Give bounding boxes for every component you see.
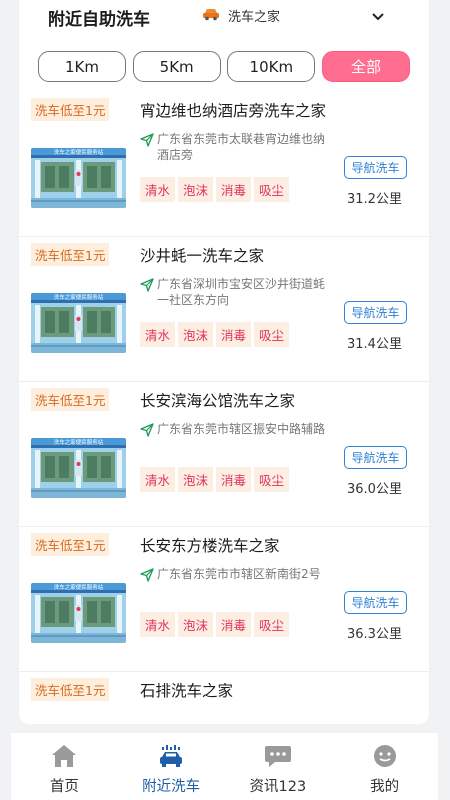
page-title: 附近自助洗车	[48, 10, 150, 30]
service-tags: 清水 泡沫 消毒 吸尘	[140, 467, 292, 492]
car-wash-icon	[158, 742, 184, 770]
tag-vacuum: 吸尘	[254, 322, 289, 347]
address-text: 广东省东莞市辖区振安中路辅路	[157, 422, 326, 436]
tab-news[interactable]: 资讯123	[225, 733, 332, 800]
distance-text: 31.2公里	[347, 192, 402, 207]
station-address: 广东省东莞市辖区振安中路辅路	[140, 421, 335, 441]
navigate-button[interactable]: 导航洗车	[344, 156, 407, 179]
chevron-down-icon[interactable]	[371, 7, 385, 26]
tab-nearby-wash-label: 附近洗车	[142, 779, 201, 795]
price-badge: 洗车低至1元	[31, 243, 110, 266]
brand-name: 洗车之家	[228, 10, 281, 25]
tag-disinfect: 消毒	[216, 177, 251, 202]
tab-mine-label: 我的	[370, 779, 400, 795]
tag-disinfect: 消毒	[216, 322, 251, 347]
station-item[interactable]: 洗车低至1元 沙井蚝一洗车之家 洗车之家便民服务站 广东省深圳市宝安区沙井街道蚝…	[19, 237, 429, 382]
home-icon	[51, 742, 77, 770]
brand-selector[interactable]: 洗车之家	[202, 6, 280, 25]
service-tags: 清水 泡沫 消毒 吸尘	[140, 612, 292, 637]
service-tags: 清水 泡沫 消毒 吸尘	[140, 177, 292, 202]
bottom-tabbar: 首页 附近洗车 资讯123 我的	[11, 733, 438, 800]
tag-vacuum: 吸尘	[254, 177, 289, 202]
price-badge: 洗车低至1元	[31, 388, 110, 411]
station-address: 广东省东莞市太联巷宵边维也纳酒店旁	[140, 131, 335, 163]
station-thumbnail[interactable]: 洗车之家便民服务站	[31, 148, 126, 208]
tag-vacuum: 吸尘	[254, 612, 289, 637]
location-arrow-icon	[140, 422, 155, 441]
tag-foam: 泡沫	[178, 467, 213, 492]
distance-filters: 1Km 5Km 10Km 全部	[38, 51, 410, 83]
station-name[interactable]: 长安滨海公馆洗车之家	[140, 389, 295, 411]
tag-vacuum: 吸尘	[254, 467, 289, 492]
tag-foam: 泡沫	[178, 177, 213, 202]
filter-5km[interactable]: 5Km	[132, 51, 221, 82]
station-thumbnail[interactable]: 洗车之家便民服务站	[31, 293, 126, 353]
service-tags: 清水 泡沫 消毒 吸尘	[140, 322, 292, 347]
station-name[interactable]: 宵边维也纳酒店旁洗车之家	[140, 99, 326, 121]
tag-foam: 泡沫	[178, 322, 213, 347]
header: 附近自助洗车 洗车之家	[19, 0, 429, 34]
tab-news-label: 资讯123	[249, 779, 307, 795]
station-item[interactable]: 洗车低至1元 长安东方楼洗车之家 洗车之家便民服务站 广东省东莞市市辖区新南街2…	[19, 527, 429, 672]
address-text: 广东省东莞市太联巷宵边维也纳酒店旁	[157, 132, 326, 162]
tab-mine[interactable]: 我的	[331, 733, 438, 800]
main-card: 附近自助洗车 洗车之家 1Km 5Km 10Km 全部 洗车低至1元 宵边维也纳…	[19, 0, 429, 724]
address-text: 广东省东莞市市辖区新南街2号	[157, 567, 321, 581]
navigate-button[interactable]: 导航洗车	[344, 301, 407, 324]
tag-water: 清水	[140, 612, 175, 637]
navigate-button[interactable]: 导航洗车	[344, 446, 407, 469]
thumb-sign-text: 洗车之家便民服务站	[54, 148, 104, 156]
station-name[interactable]: 沙井蚝一洗车之家	[140, 244, 264, 266]
tab-nearby-wash[interactable]: 附近洗车	[118, 733, 225, 800]
distance-text: 36.3公里	[347, 627, 402, 642]
station-name[interactable]: 长安东方楼洗车之家	[140, 534, 280, 556]
station-item[interactable]: 洗车低至1元 石排洗车之家	[19, 672, 429, 724]
chat-icon	[264, 742, 292, 770]
distance-text: 31.4公里	[347, 337, 402, 352]
tag-foam: 泡沫	[178, 612, 213, 637]
location-arrow-icon	[140, 132, 155, 163]
thumb-sign-text: 洗车之家便民服务站	[54, 293, 104, 301]
station-name[interactable]: 石排洗车之家	[140, 679, 233, 701]
tag-water: 清水	[140, 322, 175, 347]
tab-home-label: 首页	[49, 779, 79, 795]
thumb-sign-text: 洗车之家便民服务站	[54, 583, 104, 591]
distance-text: 36.0公里	[347, 482, 402, 497]
tag-water: 清水	[140, 177, 175, 202]
tag-water: 清水	[140, 467, 175, 492]
tab-home[interactable]: 首页	[11, 733, 118, 800]
location-arrow-icon	[140, 567, 155, 586]
navigate-button[interactable]: 导航洗车	[344, 591, 407, 614]
price-badge: 洗车低至1元	[31, 678, 110, 701]
filter-all[interactable]: 全部	[321, 51, 410, 82]
filter-10km[interactable]: 10Km	[227, 51, 316, 82]
car-icon	[202, 6, 220, 25]
station-thumbnail[interactable]: 洗车之家便民服务站	[31, 438, 126, 498]
price-badge: 洗车低至1元	[31, 98, 110, 121]
station-item[interactable]: 洗车低至1元 长安滨海公馆洗车之家 洗车之家便民服务站 广东省东莞市辖区振安中路…	[19, 382, 429, 527]
profile-icon	[372, 742, 398, 770]
filter-1km[interactable]: 1Km	[38, 51, 126, 82]
station-thumbnail[interactable]: 洗车之家便民服务站	[31, 583, 126, 643]
location-arrow-icon	[140, 277, 155, 308]
price-badge: 洗车低至1元	[31, 533, 110, 556]
thumb-sign-text: 洗车之家便民服务站	[54, 438, 104, 446]
station-item[interactable]: 洗车低至1元 宵边维也纳酒店旁洗车之家 洗车之家便民服务站 广东省东莞市太联巷宵…	[19, 92, 429, 237]
station-address: 广东省深圳市宝安区沙井街道蚝一社区东方向	[140, 276, 335, 308]
address-text: 广东省深圳市宝安区沙井街道蚝一社区东方向	[157, 277, 326, 307]
tag-disinfect: 消毒	[216, 467, 251, 492]
station-address: 广东省东莞市市辖区新南街2号	[140, 566, 335, 586]
tag-disinfect: 消毒	[216, 612, 251, 637]
